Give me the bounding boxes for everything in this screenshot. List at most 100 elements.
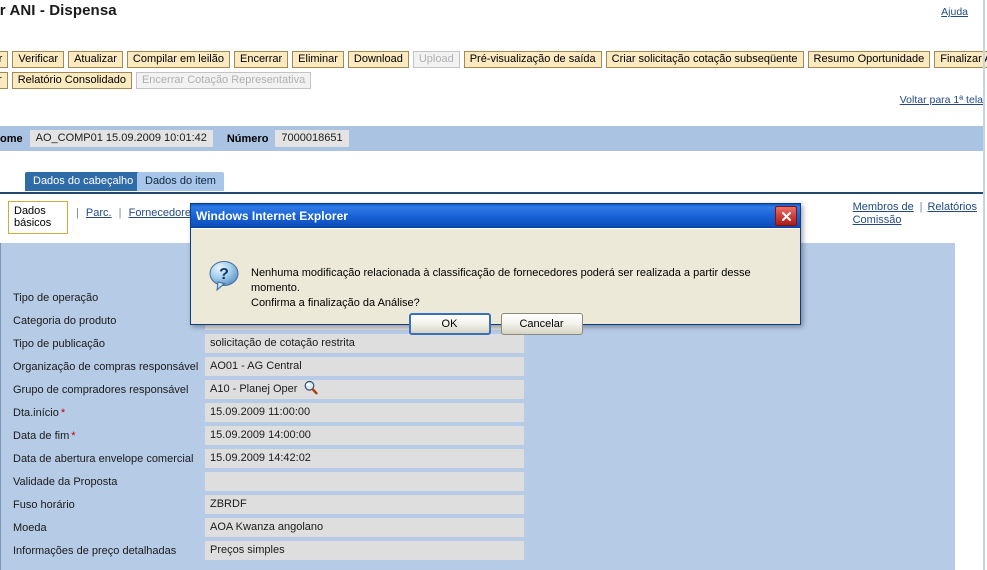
form-field-label-text: Tipo de operação — [13, 291, 99, 304]
membros-line-2: Comissão — [852, 214, 902, 226]
form-field-value-text: solicitação de cotação restrita — [210, 337, 355, 349]
form-field-label: Dta.início * — [0, 407, 205, 419]
document-identification-band: ome AO_COMP01 15.09.2009 10:01:42 Número… — [0, 126, 983, 151]
form-field-value-text: A10 - Planej Oper — [210, 383, 298, 395]
form-field-label: Organização de compras responsável — [0, 361, 205, 373]
form-field-value: 15.09.2009 11:00:00 — [205, 403, 524, 422]
form-field-label-text: Categoria do produto — [13, 314, 117, 327]
form-field-label: Moeda — [0, 522, 205, 534]
toolbar-button-secondary-1[interactable]: Relatório Consolidado — [11, 72, 132, 89]
form-field-label-text: Grupo de compradores responsável — [13, 383, 189, 396]
tab-dados-do-cabecalho[interactable]: Dados do cabeçalho — [25, 172, 142, 191]
tab-dados-do-item[interactable]: Dados do item — [137, 172, 224, 191]
dialog-message: Nenhuma modificação relacionada à classi… — [251, 266, 786, 311]
application-page: ibir ANI - Dispensa Ajuda piarVerificarA… — [0, 0, 987, 570]
form-field-value: 15.09.2009 14:42:02 — [205, 449, 524, 468]
form-field-value-text: ZBRDF — [210, 498, 247, 510]
toolbar: piarVerificarAtualizarCompilar em leilão… — [0, 51, 987, 93]
membros-line-1: Membros de — [852, 201, 914, 213]
form-field-label-text: Informações de preço detalhadas — [13, 544, 177, 557]
form-field-label-text: Tipo de publicação — [13, 337, 105, 350]
toolbar-button-8[interactable]: Pré-visualização de saída — [463, 51, 602, 68]
form-field-value: 15.09.2009 14:00:00 — [205, 426, 524, 445]
cancel-button[interactable]: Cancelar — [500, 313, 583, 335]
form-field-value: AO01 - AG Central — [205, 357, 524, 376]
form-field-label: Categoria do produto — [0, 315, 205, 327]
form-field-label-text: Fuso horário — [13, 498, 75, 511]
confirmation-dialog: Windows Internet Explorer ? Nenhuma modi… — [190, 203, 801, 335]
form-field-label: Data de fim * — [0, 430, 205, 442]
svg-text:?: ? — [219, 266, 229, 283]
form-field-label-text: Data de abertura envelope comercial — [13, 452, 194, 465]
dialog-message-line-2: Confirma a finalização da Análise? — [251, 297, 420, 309]
form-row: Dta.início * 15.09.2009 11:00:00 — [0, 401, 960, 424]
form-row: Fuso horário ZBRDF — [0, 493, 960, 516]
ok-button[interactable]: OK — [408, 313, 491, 335]
toolbar-button-3[interactable]: Compilar em leilão — [126, 51, 230, 68]
subnav-link-group: | Parc. | Fornecedores/C — [72, 207, 207, 219]
form-field-label-text: Dta.início — [13, 406, 59, 419]
form-field-label: Fuso horário — [0, 499, 205, 511]
form-field-value-text: AOA Kwanza angolano — [210, 521, 324, 533]
close-icon[interactable] — [775, 206, 797, 226]
subtab-dados-basicos[interactable]: Dados básicos — [8, 201, 68, 234]
toolbar-button-secondary-2: Encerrar Cotação Representativa — [135, 72, 312, 89]
subnav-link-membros-de-comissao[interactable]: Membros de Comissão — [853, 201, 915, 227]
number-label: Número — [226, 132, 269, 145]
subnav-separator: | — [76, 207, 79, 219]
subnav-link-relatorios[interactable]: Relatórios — [927, 201, 977, 214]
form-row: Tipo de publicação solicitação de cotação… — [0, 332, 960, 355]
form-field-value: Preços simples — [205, 541, 524, 560]
back-to-first-screen-link[interactable]: Voltar para 1ª tela — [900, 94, 983, 106]
tabstrip-underline — [0, 192, 983, 194]
form-row: Organização de compras responsável AO01 -… — [0, 355, 960, 378]
form-field-value: A10 - Planej Oper — [205, 380, 524, 399]
toolbar-button-10[interactable]: Resumo Oportunidade — [807, 51, 931, 68]
dialog-body: ? Nenhuma modificação relacionada à clas… — [191, 228, 800, 335]
number-value: 7000018651 — [275, 130, 349, 147]
form-field-label: Tipo de operação — [0, 292, 205, 304]
toolbar-button-secondary-0[interactable]: lvar — [0, 72, 8, 89]
name-label: ome — [0, 132, 23, 145]
form-field-label-text: Validade da Proposta — [13, 475, 118, 488]
help-link[interactable]: Ajuda — [941, 6, 968, 18]
form-field-value-text: 15.09.2009 14:00:00 — [210, 429, 311, 441]
form-field-label: Informações de preço detalhadas — [0, 545, 205, 557]
form-row: Informações de preço detalhadas Preços si… — [0, 539, 960, 562]
toolbar-button-6[interactable]: Download — [347, 51, 409, 68]
form-field-label-text: Moeda — [13, 521, 47, 534]
form-field-label-text: Data de fim — [13, 429, 70, 442]
toolbar-button-1[interactable]: Verificar — [12, 51, 65, 68]
form-field-value: ZBRDF — [205, 495, 524, 514]
toolbar-button-0[interactable]: piar — [0, 51, 9, 68]
toolbar-button-9[interactable]: Criar solicitação cotação subseqüente — [605, 51, 804, 68]
toolbar-button-4[interactable]: Encerrar — [233, 51, 289, 68]
magnifier-icon[interactable] — [303, 380, 319, 399]
form-field-value: solicitação de cotação restrita — [205, 334, 524, 353]
subnav-link-parc[interactable]: Parc. — [86, 207, 112, 219]
page-right-edge — [983, 0, 985, 570]
toolbar-button-11[interactable]: Finalizar Análise — [934, 51, 987, 68]
form-field-value: AOA Kwanza angolano — [205, 518, 524, 537]
form-field-value — [205, 472, 524, 491]
subnav-right-group: Membros de Comissão | Relatórios — [853, 201, 977, 227]
page-title: ibir ANI - Dispensa — [0, 2, 117, 19]
question-bubble-icon: ? — [207, 259, 241, 293]
toolbar-button-2[interactable]: Atualizar — [68, 51, 123, 68]
form-field-label-text: Organização de compras responsável — [13, 360, 199, 373]
required-marker: * — [71, 429, 76, 442]
toolbar-button-7: Upload — [412, 51, 460, 68]
form-field-label: Tipo de publicação — [0, 338, 205, 350]
form-field-label: Validade da Proposta — [0, 476, 205, 488]
main-tabstrip: Dados do cabeçalho Dados do item — [0, 172, 987, 194]
form-row: Validade da Proposta — [0, 470, 960, 493]
form-field-label: Grupo de compradores responsável — [0, 384, 205, 396]
form-field-label: Data de abertura envelope comercial — [0, 453, 205, 465]
dialog-title: Windows Internet Explorer — [196, 209, 348, 223]
toolbar-button-5[interactable]: Eliminar — [292, 51, 344, 68]
required-marker: * — [60, 406, 66, 419]
form-row: Grupo de compradores responsável A10 - Pl… — [0, 378, 960, 401]
subnav-separator: | — [919, 201, 923, 213]
dialog-titlebar[interactable]: Windows Internet Explorer — [191, 204, 800, 228]
name-value: AO_COMP01 15.09.2009 10:01:42 — [29, 130, 213, 147]
